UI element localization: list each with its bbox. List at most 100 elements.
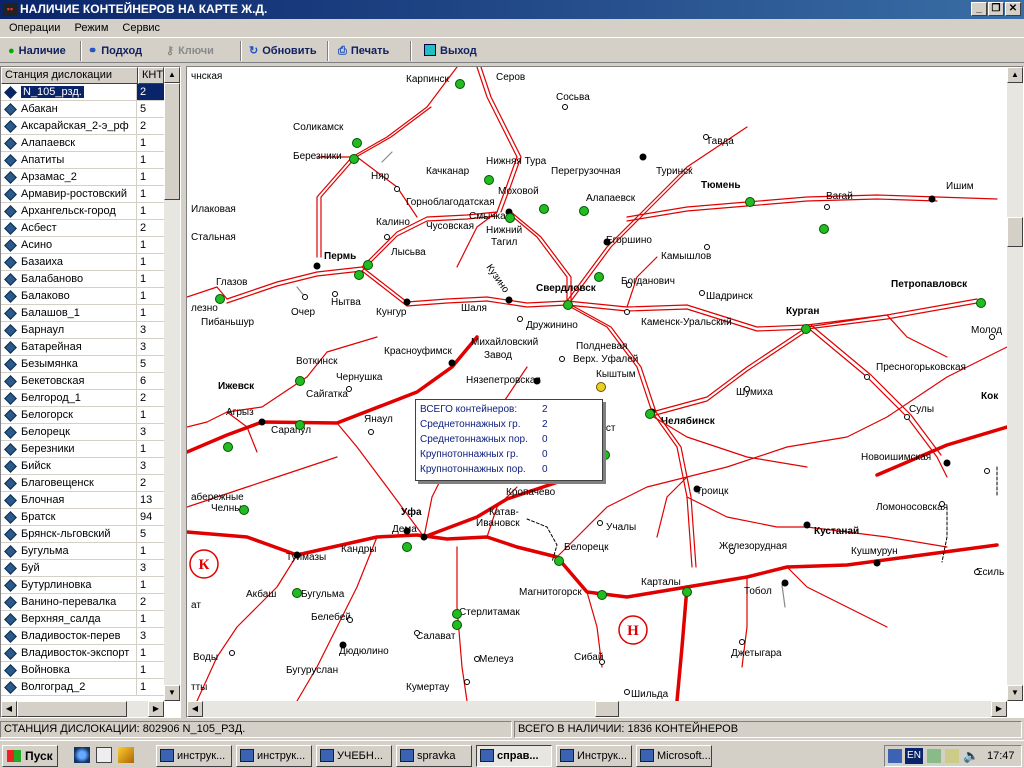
map-canvas[interactable]: Карпинск Серов Сосьва Соликамск Тавда Березни… [187,67,1007,701]
list-item[interactable]: Бутурлиновка 1 [1,577,164,594]
scroll-thumb[interactable] [595,701,619,717]
list-item[interactable]: Алапаевск 1 [1,135,164,152]
task-button[interactable]: инструк... [156,745,232,767]
scroll-up-button[interactable]: ▲ [164,67,180,83]
close-button[interactable]: ✕ [1005,2,1021,16]
list-item[interactable]: Арзамас_2 1 [1,169,164,186]
list-item[interactable]: Белогорск 1 [1,407,164,424]
city-label: Карпинск [406,74,449,85]
scroll-up-button[interactable]: ▲ [1007,67,1023,83]
station-cell: Волгоград_2 [1,679,137,695]
title-bar: ▪▪ НАЛИЧИЕ КОНТЕЙНЕРОВ НА КАРТЕ Ж.Д. _ ❐… [0,0,1024,19]
minimize-button[interactable]: _ [971,2,987,16]
list-item[interactable]: Березники 1 [1,441,164,458]
list-item[interactable]: Аксарайская_2-э_рф 2 [1,118,164,135]
list-item[interactable]: Волгоград_2 1 [1,679,164,696]
station-count: 1 [140,239,147,251]
station-name: Бугульма [21,545,69,557]
list-item[interactable]: Белгород_1 2 [1,390,164,407]
monitor-icon[interactable] [927,749,941,763]
podhod-button[interactable]: ⚭ Подход [88,42,142,60]
station-name: N_105_рзд. [21,86,84,98]
list-item[interactable]: Базаиха 1 [1,254,164,271]
list-item[interactable]: Апатиты 1 [1,152,164,169]
task-button[interactable]: Microsoft... [636,745,712,767]
network-icon[interactable] [888,749,902,763]
list-item[interactable]: Балаково 1 [1,288,164,305]
city-label: Нытва [331,297,361,308]
city-label: Новоишимская [861,452,931,463]
scroll-down-button[interactable]: ▼ [1007,685,1023,701]
list-item[interactable]: Брянск-льговский 5 [1,526,164,543]
scroll-right-button[interactable]: ▶ [148,701,164,717]
pechat-button[interactable]: ⎙ Печать [338,42,389,60]
menu-mode[interactable]: Режим [69,19,113,37]
list-item[interactable]: Бекетовская 6 [1,373,164,390]
menu-operations[interactable]: Операции [4,19,65,37]
scroll-thumb[interactable] [164,83,180,200]
pen-icon[interactable] [118,747,134,763]
column-header-count[interactable]: КНТ [138,67,164,84]
list-item[interactable]: Белорецк 3 [1,424,164,441]
list-item[interactable]: Верхняя_салда 1 [1,611,164,628]
speaker-icon[interactable]: 🔈 [963,749,979,763]
task-button[interactable]: инструк... [236,745,312,767]
list-item[interactable]: Владивосток-перев 3 [1,628,164,645]
list-item[interactable]: Балашов_1 1 [1,305,164,322]
list-horizontal-scrollbar[interactable]: ◀ ▶ [1,701,164,717]
list-item[interactable]: Бийск 3 [1,458,164,475]
maximize-button[interactable]: ❐ [988,2,1004,16]
scroll-left-button[interactable]: ◀ [1,701,17,717]
klyuchi-button[interactable]: ⚷ Ключи [166,42,214,60]
station-cell: Белгород_1 [1,390,137,406]
task-button[interactable]: Инструк... [556,745,632,767]
railway-map[interactable]: Карпинск Серов Сосьва Соликамск Тавда Березни… [186,66,1024,718]
desktop-icon[interactable] [96,747,112,763]
map-horizontal-scrollbar[interactable]: ◀ ▶ [187,701,1007,717]
scroll-left-button[interactable]: ◀ [187,701,203,717]
city-label: Агрыз [226,407,254,418]
menu-service[interactable]: Сервис [117,19,165,37]
list-item[interactable]: Балабаново 1 [1,271,164,288]
scroll-right-button[interactable]: ▶ [991,701,1007,717]
list-item[interactable]: Благовещенск 2 [1,475,164,492]
map-vertical-scrollbar[interactable]: ▲ ▼ [1007,67,1023,701]
column-header-station[interactable]: Станция дислокации [1,67,138,84]
task-button[interactable]: УЧЕБН... [316,745,392,767]
task-button[interactable]: справ... [476,745,552,767]
scroll-thumb[interactable] [17,701,127,717]
list-item[interactable]: Братск 94 [1,509,164,526]
list-item[interactable]: Архангельск-город 1 [1,203,164,220]
list-item[interactable]: Бугульма 1 [1,543,164,560]
scroll-thumb[interactable] [1007,217,1023,247]
list-item[interactable]: Батарейная 3 [1,339,164,356]
list-item[interactable]: Ванино-перевалка 2 [1,594,164,611]
list-vertical-scrollbar[interactable]: ▲ ▼ [164,67,180,701]
list-item[interactable]: Армавир-ростовский 1 [1,186,164,203]
list-item[interactable]: Войновка 1 [1,662,164,679]
list-item[interactable]: N_105_рзд. 2 [1,84,164,101]
list-item[interactable]: Блочная 13 [1,492,164,509]
vyhod-button[interactable]: Выход [424,42,477,60]
task-button[interactable]: spravka [396,745,472,767]
city-label: Шильда [631,689,669,700]
browser-icon[interactable] [74,747,90,763]
list-item[interactable]: Безымянка 5 [1,356,164,373]
city-label: Мелеуз [479,654,514,665]
city-label: уст [601,423,616,434]
list-item[interactable]: Асино 1 [1,237,164,254]
station-name: Абакан [21,103,58,115]
list-item[interactable]: Буй 3 [1,560,164,577]
printer-tray-icon[interactable] [945,749,959,763]
list-item[interactable]: Асбест 2 [1,220,164,237]
list-item[interactable]: Барнаул 3 [1,322,164,339]
city-label: Смычка [469,211,506,222]
list-item[interactable]: Абакан 5 [1,101,164,118]
nalichie-button[interactable]: ● Наличие [8,42,66,60]
start-button[interactable]: Пуск [2,745,58,767]
language-indicator[interactable]: EN [905,748,923,764]
scroll-down-button[interactable]: ▼ [164,685,180,701]
obnovit-button[interactable]: ↻ Обновить [249,42,317,60]
app-icon[interactable]: ▪▪ [3,3,17,16]
list-item[interactable]: Владивосток-экспорт 1 [1,645,164,662]
